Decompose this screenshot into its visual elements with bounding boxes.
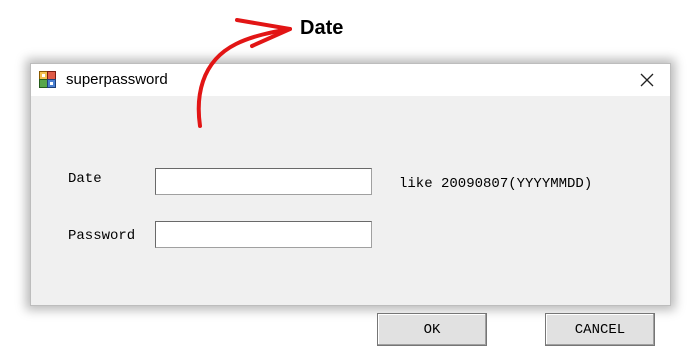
cancel-button[interactable]: CANCEL: [545, 313, 655, 346]
close-button[interactable]: [624, 64, 670, 96]
close-icon: [640, 73, 654, 87]
window-title: superpassword: [66, 71, 168, 88]
annotation-label: Date: [300, 17, 344, 39]
app-blocks-icon: [39, 71, 56, 88]
date-input[interactable]: [155, 168, 372, 195]
arrow-head: [235, 18, 292, 48]
password-input[interactable]: [155, 221, 372, 248]
date-label: Date: [68, 171, 102, 187]
title-bar[interactable]: superpassword: [31, 64, 670, 96]
dialog-body: Date like 20090807(YYYYMMDD) Password OK…: [31, 96, 670, 346]
password-label: Password: [68, 228, 136, 244]
ok-button[interactable]: OK: [377, 313, 487, 346]
superpassword-dialog: superpassword Date like 20090807(YYYYMMD…: [30, 63, 671, 346]
date-format-hint: like 20090807(YYYYMMDD): [399, 176, 593, 192]
